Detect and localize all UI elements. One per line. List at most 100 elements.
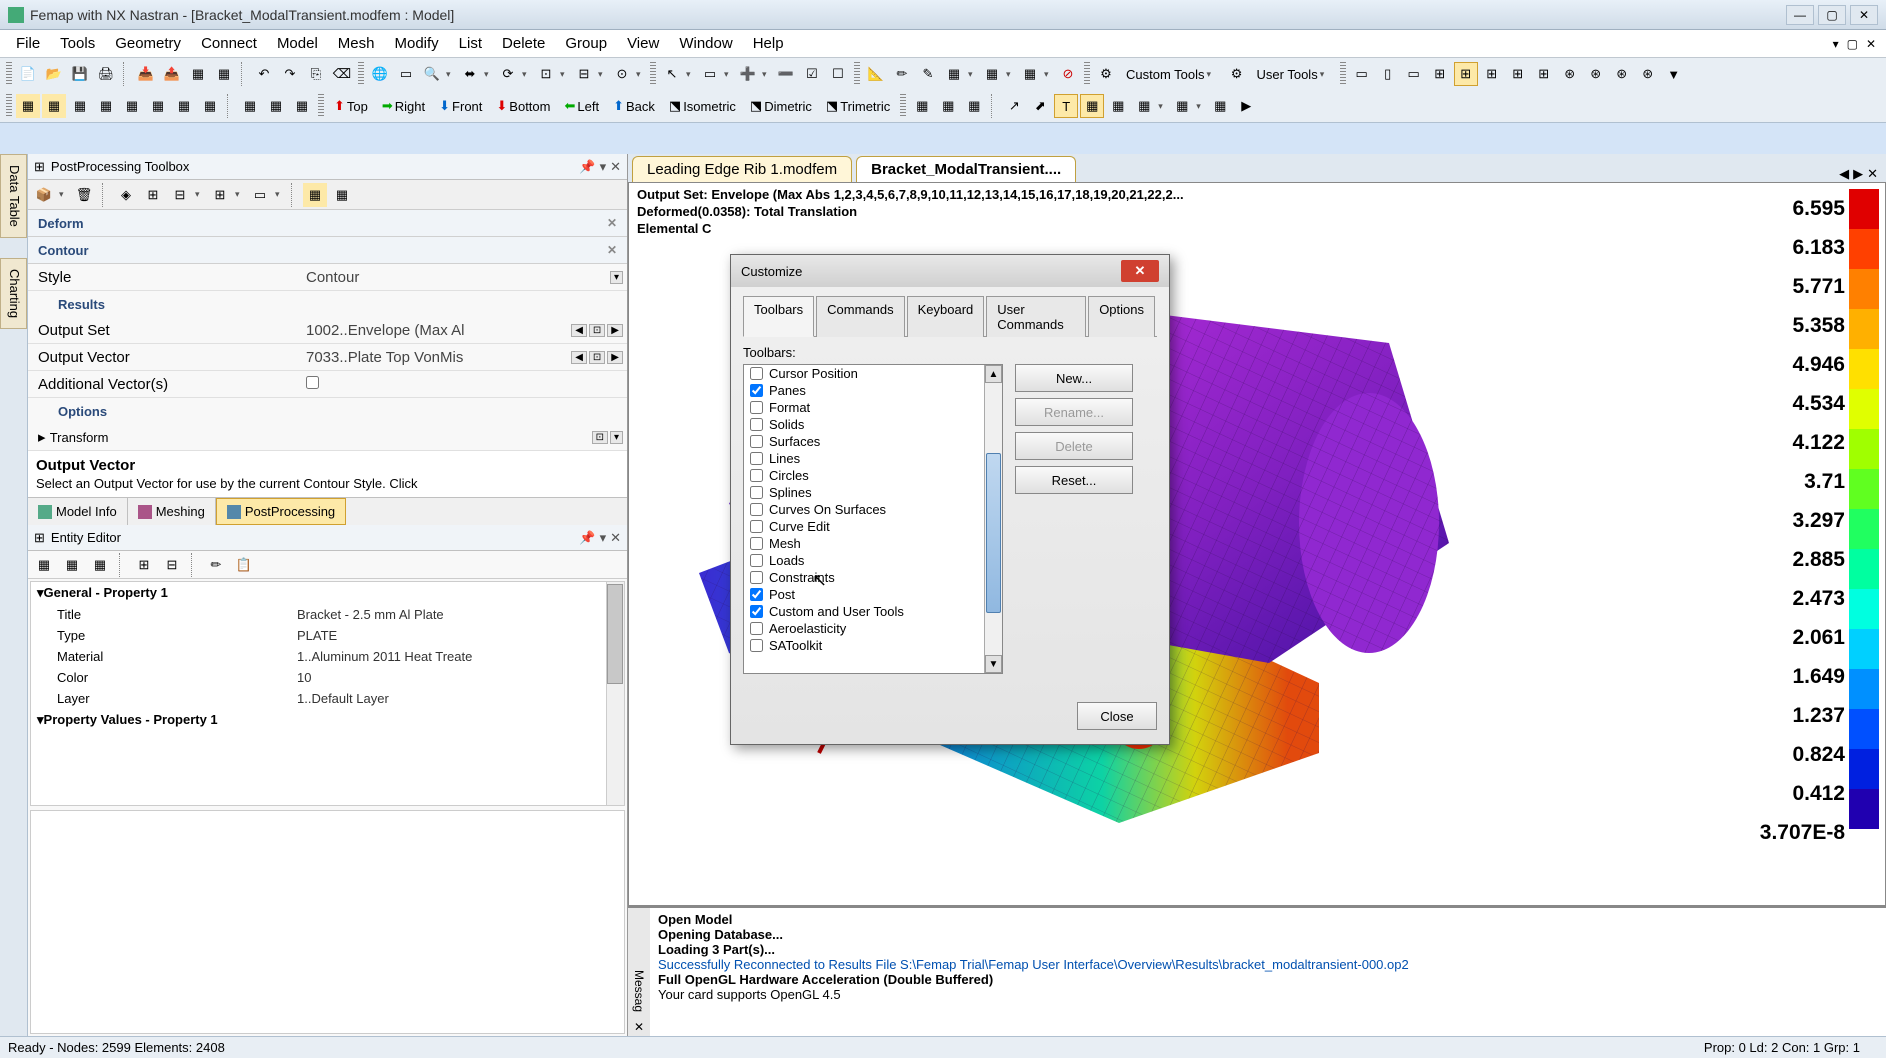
messages-close-icon[interactable]: ✕ — [632, 1018, 646, 1036]
toolbar-grip[interactable] — [6, 94, 12, 118]
toolbar-list-item[interactable]: Solids — [744, 416, 1002, 433]
toolbar-checkbox[interactable] — [750, 639, 763, 652]
tb-icon-12[interactable]: ⌫ — [330, 62, 354, 86]
pp12-icon[interactable]: ▶ — [1234, 94, 1258, 118]
toolbar-checkbox[interactable] — [750, 520, 763, 533]
view-front-button[interactable]: ⬇Front — [433, 96, 488, 116]
contour-section[interactable]: Contour✕ — [28, 237, 627, 264]
toolbar-checkbox[interactable] — [750, 588, 763, 601]
pick-icon[interactable]: ⊡ — [589, 351, 605, 364]
toolbar-grip[interactable] — [6, 62, 12, 86]
output-vector-row[interactable]: Output Vector 7033..Plate Top VonMis ◀⊡▶ — [28, 344, 627, 371]
pp7-icon[interactable]: ▦ — [1080, 94, 1104, 118]
menu-model[interactable]: Model — [267, 31, 328, 56]
align-icon[interactable]: ⊟ — [572, 62, 596, 86]
pp3-icon[interactable]: ▦ — [962, 94, 986, 118]
select-all-icon[interactable]: ☑ — [800, 62, 824, 86]
doc-tab-other[interactable]: Leading Edge Rib 1.modfem — [632, 156, 852, 182]
close-pane-icon[interactable]: ✕ — [610, 159, 621, 175]
tbx9-icon[interactable]: ▦ — [330, 183, 354, 207]
menu-window[interactable]: Window — [669, 31, 742, 56]
tab-options[interactable]: Options — [1088, 296, 1155, 337]
tbx3-icon[interactable]: ◈ — [114, 183, 138, 207]
tab-postprocessing[interactable]: PostProcessing — [216, 498, 346, 525]
toolbar-checkbox[interactable] — [750, 469, 763, 482]
p9-icon[interactable]: ▦ — [238, 94, 262, 118]
rotate-icon[interactable]: ⟳ — [496, 62, 520, 86]
toolbar-list-item[interactable]: Custom and User Tools — [744, 603, 1002, 620]
dialog-titlebar[interactable]: Customize ✕ — [731, 255, 1169, 287]
style-row[interactable]: Style Contour ▾ — [28, 264, 627, 291]
additional-vectors-row[interactable]: Additional Vector(s) — [28, 371, 627, 398]
minimize-button[interactable]: — — [1786, 5, 1814, 25]
toolbar-grip[interactable] — [900, 94, 906, 118]
p5-icon[interactable]: ▦ — [120, 94, 144, 118]
tab-keyboard[interactable]: Keyboard — [907, 296, 985, 337]
transform-row[interactable]: ▸ Transform ⊡▾ — [28, 424, 627, 451]
additional-vectors-check[interactable] — [306, 376, 319, 389]
toolbar-grip[interactable] — [1084, 62, 1090, 86]
toolbar-checkbox[interactable] — [750, 418, 763, 431]
doc-tab-active[interactable]: Bracket_ModalTransient.... — [856, 156, 1076, 182]
select-sub-icon[interactable]: ➖ — [774, 62, 798, 86]
toolbar-grip[interactable] — [854, 62, 860, 86]
menu-geometry[interactable]: Geometry — [105, 31, 191, 56]
toolbar-checkbox[interactable] — [750, 571, 763, 584]
menu-close-button[interactable]: ✕ — [1862, 33, 1880, 55]
menu-mesh[interactable]: Mesh — [328, 31, 385, 56]
p3-icon[interactable]: ▦ — [68, 94, 92, 118]
pp8-icon[interactable]: ▦ — [1106, 94, 1130, 118]
maximize-button[interactable]: ▢ — [1818, 5, 1846, 25]
pan-icon[interactable]: ⬌ — [458, 62, 482, 86]
et3-icon[interactable]: ▦ — [88, 553, 112, 577]
scrollbar[interactable] — [606, 582, 624, 805]
close-icon[interactable]: ✕ — [607, 243, 617, 257]
toolbar-list-item[interactable]: Splines — [744, 484, 1002, 501]
toolbar-list-item[interactable]: Aeroelasticity — [744, 620, 1002, 637]
user-tools-button[interactable]: User Tools ▾ — [1251, 65, 1336, 84]
vs3-icon[interactable]: ▭ — [1402, 62, 1426, 86]
select-none-icon[interactable]: ☐ — [826, 62, 850, 86]
pin-icon[interactable]: 📌 — [579, 530, 595, 546]
vs7-icon[interactable]: ⊞ — [1506, 62, 1530, 86]
menu-modify[interactable]: Modify — [384, 31, 448, 56]
menu-restore-button[interactable]: ▢ — [1843, 33, 1862, 55]
vs10-icon[interactable]: ⊛ — [1584, 62, 1608, 86]
et2-icon[interactable]: ▦ — [60, 553, 84, 577]
tab-commands[interactable]: Commands — [816, 296, 904, 337]
p1-icon[interactable]: ▦ — [16, 94, 40, 118]
toolbar-list-item[interactable]: Surfaces — [744, 433, 1002, 450]
toolbar-list-item[interactable]: Panes — [744, 382, 1002, 399]
tb-icon-7[interactable]: ▦ — [186, 62, 210, 86]
view-back-button[interactable]: ⬆Back — [607, 96, 661, 116]
toolbar-checkbox[interactable] — [750, 503, 763, 516]
zoom-icon[interactable]: 🔍 — [420, 62, 444, 86]
toolbar-list-item[interactable]: Circles — [744, 467, 1002, 484]
pp10-icon[interactable]: ▦ — [1170, 94, 1194, 118]
toolbar-grip[interactable] — [318, 94, 324, 118]
toolbar-checkbox[interactable] — [750, 605, 763, 618]
globe-icon[interactable]: 🌐 — [368, 62, 392, 86]
new-icon[interactable]: 📄 — [16, 62, 40, 86]
vs12-icon[interactable]: ⊛ — [1636, 62, 1660, 86]
n4-icon[interactable]: ▦ — [942, 62, 966, 86]
menu-file[interactable]: File — [6, 31, 50, 56]
toolbar-grip[interactable] — [358, 62, 364, 86]
p11-icon[interactable]: ▦ — [290, 94, 314, 118]
close-button[interactable]: Close — [1077, 702, 1157, 730]
rename-button[interactable]: Rename... — [1015, 398, 1133, 426]
menu-list[interactable]: List — [449, 31, 492, 56]
fit-icon[interactable]: ⊡ — [534, 62, 558, 86]
toolbar-checkbox[interactable] — [750, 537, 763, 550]
scrollbar[interactable]: ▲ ▼ — [984, 365, 1002, 673]
reset-button[interactable]: Reset... — [1015, 466, 1133, 494]
menu-connect[interactable]: Connect — [191, 31, 267, 56]
close-pane-icon[interactable]: ✕ — [610, 530, 621, 546]
toolbar-list-item[interactable]: Cursor Position — [744, 365, 1002, 382]
tools-gear-icon[interactable]: ⚙ — [1094, 62, 1118, 86]
vs8-icon[interactable]: ⊞ — [1532, 62, 1556, 86]
pp9-icon[interactable]: ▦ — [1132, 94, 1156, 118]
close-button[interactable]: ✕ — [1850, 5, 1878, 25]
tab-close-icon[interactable]: ✕ — [1867, 166, 1878, 182]
vs2-icon[interactable]: ▯ — [1376, 62, 1400, 86]
